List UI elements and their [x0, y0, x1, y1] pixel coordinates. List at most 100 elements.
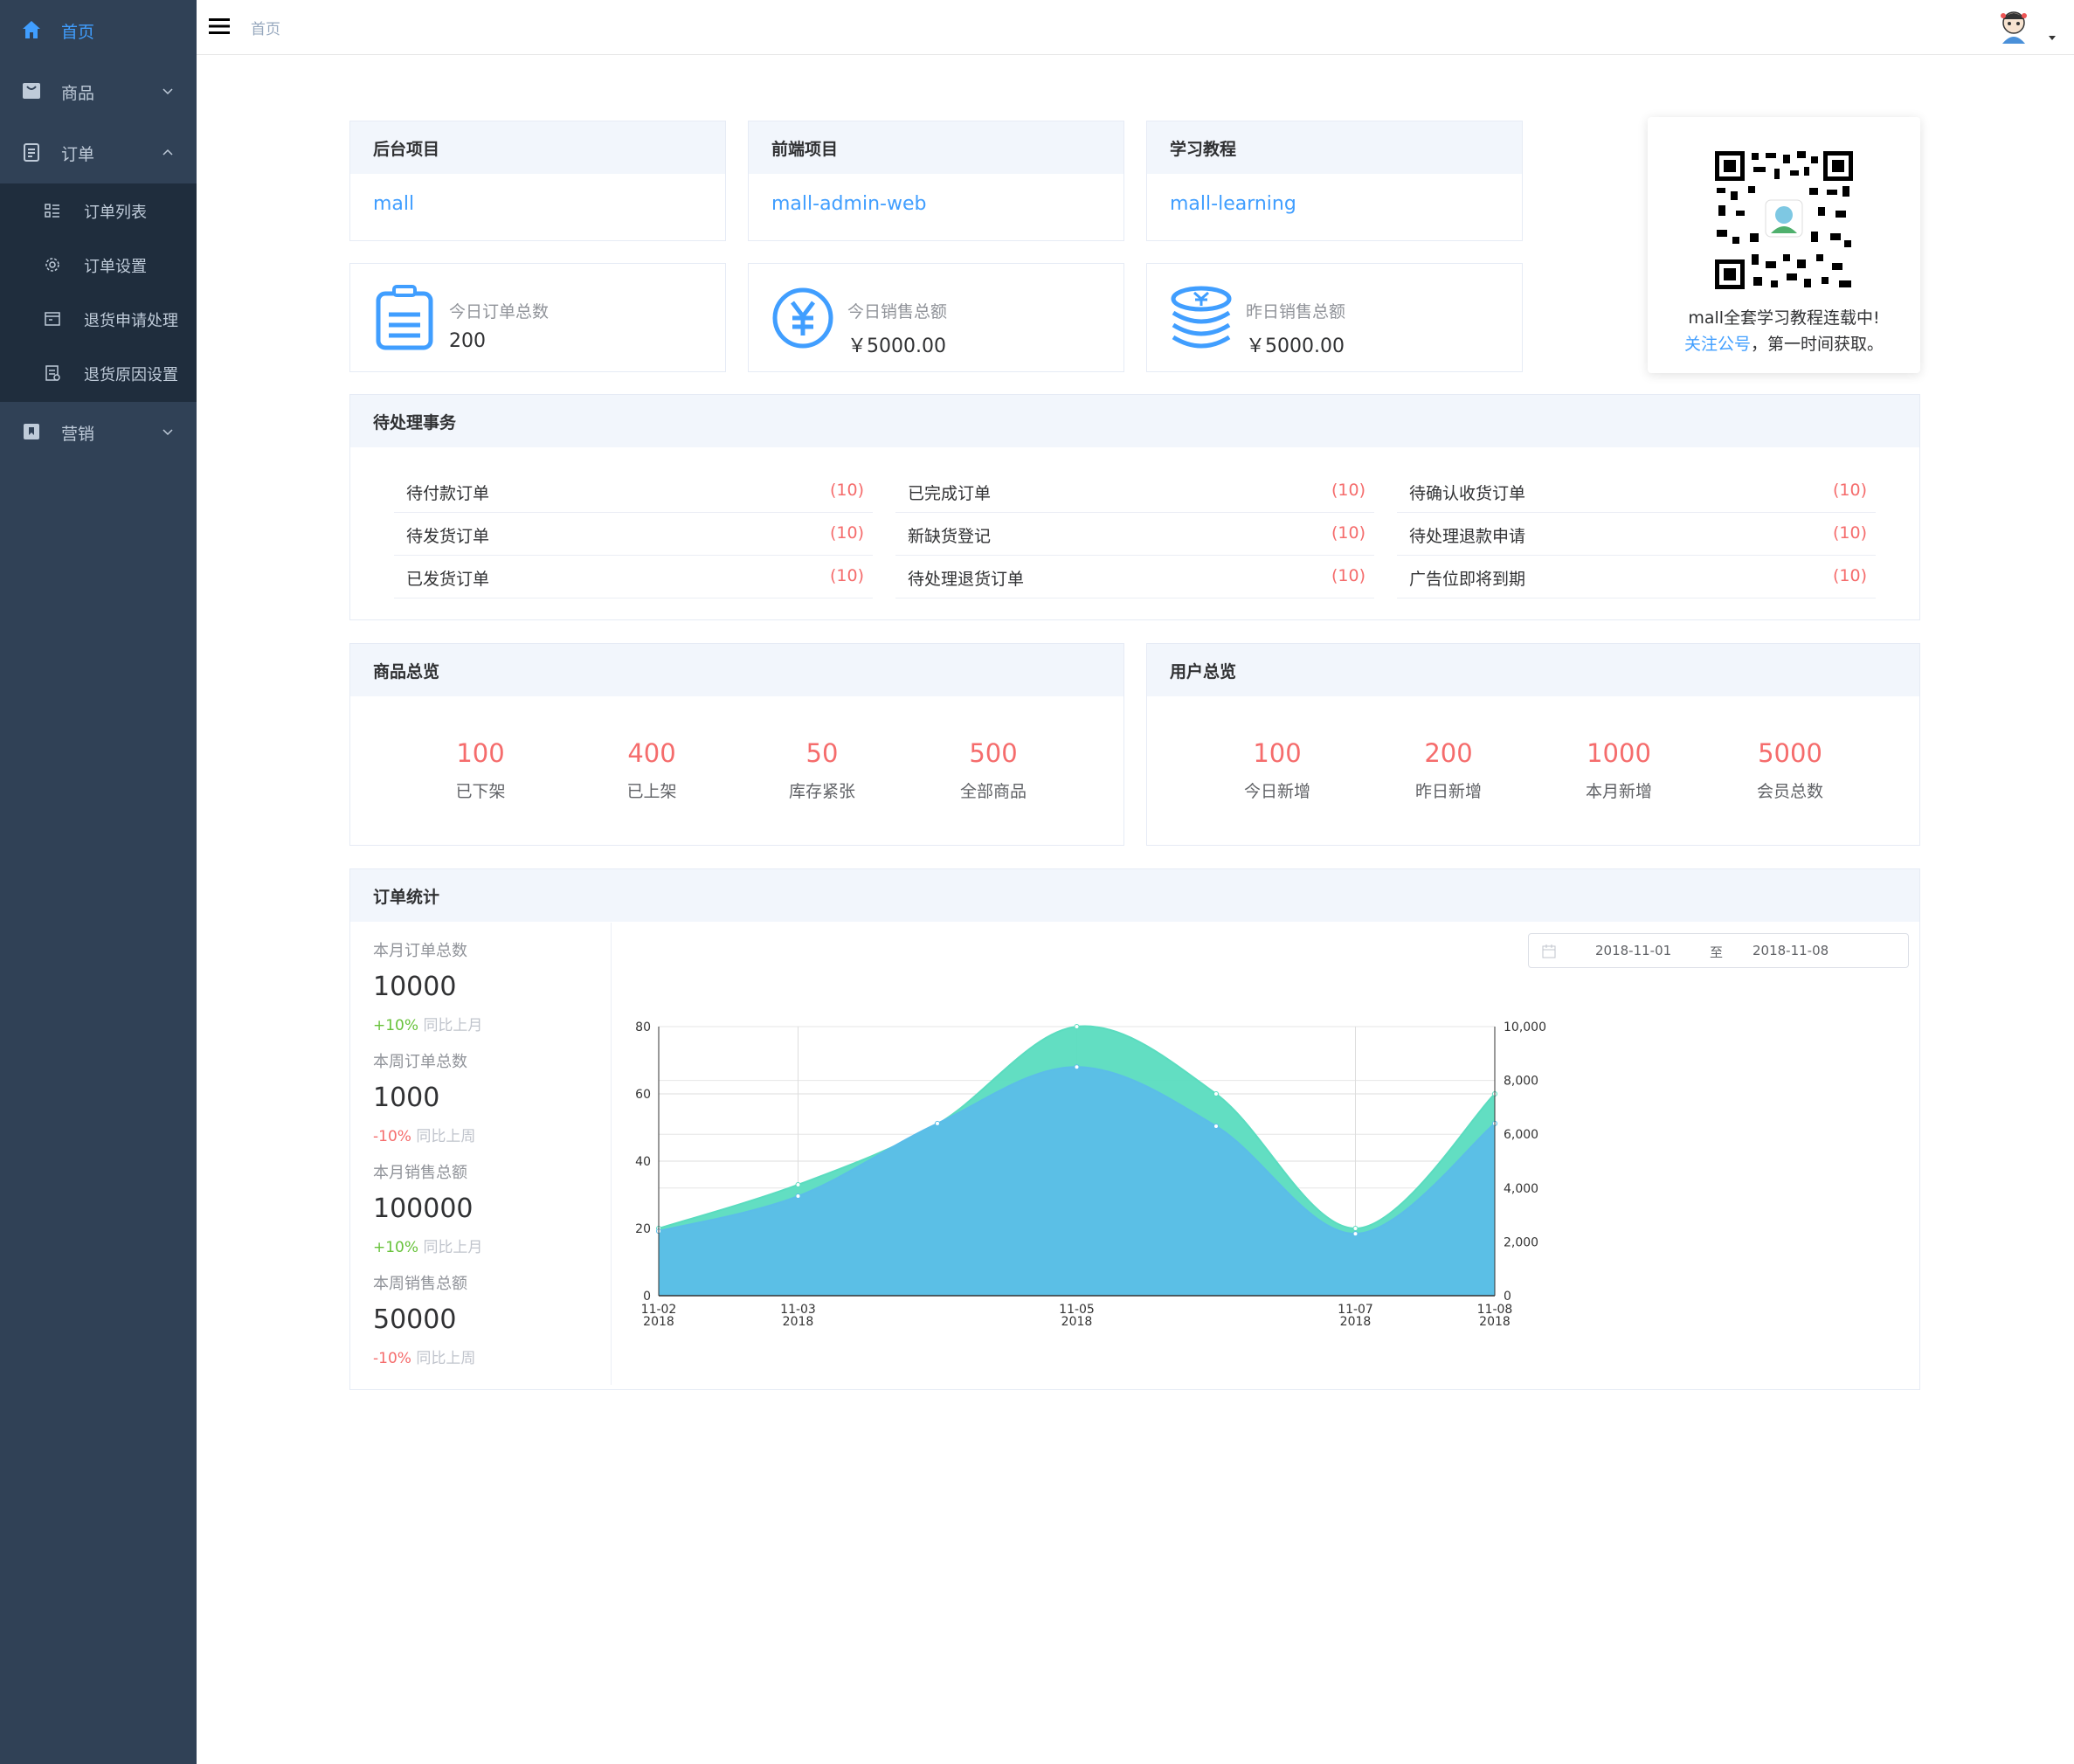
- document-icon: [45, 365, 60, 381]
- todo-item[interactable]: 待付款订单 (10): [394, 470, 873, 513]
- submenu-item-label: 退货申请处理: [84, 312, 178, 330]
- overview-item: 400 已上架: [591, 738, 713, 802]
- summary-title: 本周订单总数: [373, 1053, 467, 1071]
- card-title: 用户总览: [1147, 644, 1919, 696]
- todo-count: (10): [1832, 523, 1867, 543]
- sidebar-item-marketing[interactable]: 营销: [0, 402, 197, 463]
- card-title: 前端项目: [749, 121, 1123, 174]
- date-range-picker[interactable]: 2018-11-01 至 2018-11-08: [1528, 933, 1909, 968]
- x-tick-label-year: 2018: [1340, 1315, 1372, 1329]
- overview-item: 500 全部商品: [932, 738, 1054, 802]
- date-end-input[interactable]: 2018-11-08: [1753, 943, 1829, 958]
- todo-label: 待发货订单: [406, 527, 490, 546]
- summary-value: 100000: [373, 1193, 474, 1224]
- qr-code-image: [1713, 149, 1855, 291]
- navbar: 首页: [197, 0, 2074, 55]
- home-icon: [23, 21, 40, 38]
- submenu-item-label: 订单列表: [84, 204, 147, 222]
- order-stats-chart: 02040608002,0004,0006,0008,00010,00011-0…: [635, 1020, 1546, 1329]
- todo-item[interactable]: 已发货订单 (10): [394, 556, 873, 598]
- clipboard-icon: [24, 143, 39, 162]
- submenu-item-return-apply[interactable]: 退货申请处理: [0, 292, 197, 346]
- card-title: 后台项目: [350, 121, 725, 174]
- stat-value: 200: [449, 330, 486, 352]
- overview-number: 500: [969, 738, 1018, 768]
- summary-trend: -10% 同比上周: [373, 1345, 475, 1367]
- trend-percent: +10%: [373, 1017, 419, 1034]
- summary-title: 本月销售总额: [373, 1164, 467, 1182]
- todo-count: (10): [1331, 566, 1365, 585]
- user-overview-card: 用户总览 100 今日新增 200 昨日新增 1000 本月新增 5000 会员…: [1146, 643, 1920, 846]
- project-link[interactable]: mall-admin-web: [771, 193, 926, 215]
- project-link[interactable]: mall-learning: [1170, 193, 1296, 215]
- summary-value: 10000: [373, 972, 457, 1002]
- caret-down-icon[interactable]: [2047, 33, 2057, 42]
- sidebar-item-orders[interactable]: 订单: [0, 122, 197, 183]
- todo-item[interactable]: 待处理退款申请 (10): [1397, 513, 1876, 556]
- overview-label: 会员总数: [1756, 782, 1823, 801]
- summary-value: 1000: [373, 1083, 440, 1113]
- list-icon: [45, 204, 59, 218]
- overview-item: 100 今日新增: [1216, 738, 1338, 802]
- y-tick-label-right: 0: [1504, 1290, 1511, 1304]
- card-title: 待处理事务: [350, 395, 1919, 447]
- todo-item[interactable]: 待发货订单 (10): [394, 513, 873, 556]
- project-card-backend: 后台项目 mall: [349, 121, 726, 241]
- submenu-item-order-settings[interactable]: 订单设置: [0, 238, 197, 292]
- sidebar-item-home[interactable]: 首页: [0, 0, 197, 61]
- overview-label: 已上架: [626, 782, 677, 801]
- summary-block: 本月订单总数 10000 +10% 同比上月: [373, 938, 482, 1034]
- overview-label: 全部商品: [959, 782, 1027, 801]
- y-tick-label-left: 40: [635, 1155, 651, 1169]
- todo-item[interactable]: 新缺货登记 (10): [895, 513, 1374, 556]
- summary-trend: +10% 同比上月: [373, 1235, 482, 1256]
- product-overview-card: 商品总览 100 已下架 400 已上架 50 库存紧张 500 全部商品: [349, 643, 1124, 846]
- overview-item: 200 昨日新增: [1387, 738, 1510, 802]
- overview-number: 1000: [1587, 738, 1651, 768]
- summary-block: 本周销售总额 50000 -10% 同比上周: [373, 1271, 475, 1367]
- todo-count: (10): [829, 523, 864, 543]
- todo-item[interactable]: 待处理退货订单 (10): [895, 556, 1374, 598]
- overview-number: 100: [456, 738, 505, 768]
- project-card-frontend: 前端项目 mall-admin-web: [748, 121, 1124, 241]
- avatar[interactable]: [1992, 5, 2036, 49]
- project-link[interactable]: mall: [373, 193, 414, 215]
- data-point: [1074, 1024, 1080, 1029]
- y-tick-label-left: 60: [635, 1088, 651, 1102]
- hamburger-menu-icon[interactable]: [209, 17, 230, 35]
- todo-item[interactable]: 待确认收货订单 (10): [1397, 470, 1876, 513]
- sidebar-item-label: 首页: [61, 22, 95, 42]
- stat-value: ￥5000.00: [847, 336, 946, 357]
- qr-card: mall全套学习教程连载中! 关注公号，第一时间获取。: [1648, 117, 1920, 373]
- follow-account-link[interactable]: 关注公号: [1684, 335, 1751, 354]
- summary-trend: +10% 同比上月: [373, 1013, 482, 1034]
- todo-item[interactable]: 广告位即将到期 (10): [1397, 556, 1876, 598]
- submenu-item-label: 订单设置: [84, 258, 147, 276]
- y-tick-label-right: 10,000: [1504, 1020, 1546, 1034]
- sidebar-item-products[interactable]: 商品: [0, 61, 197, 122]
- stat-label: 今日订单总数: [449, 302, 550, 322]
- todo-label: 新缺货登记: [908, 527, 992, 546]
- data-point: [795, 1193, 801, 1200]
- date-start-input[interactable]: 2018-11-01: [1595, 943, 1671, 958]
- qr-caption-line2: 关注公号，第一时间获取。: [1648, 331, 1920, 355]
- stat-label: 昨日销售总额: [1246, 302, 1346, 322]
- project-card-tutorial: 学习教程 mall-learning: [1146, 121, 1523, 241]
- overview-item: 1000 本月新增: [1558, 738, 1680, 802]
- trend-compare: 同比上月: [423, 1239, 483, 1256]
- x-tick-label-year: 2018: [1061, 1315, 1093, 1329]
- summary-title: 本月订单总数: [373, 942, 467, 960]
- todo-label: 待确认收货订单: [1409, 484, 1526, 503]
- todo-label: 待付款订单: [406, 484, 490, 503]
- y-tick-label-right: 2,000: [1504, 1235, 1538, 1249]
- breadcrumb[interactable]: 首页: [251, 17, 280, 38]
- submenu-item-return-reason[interactable]: 退货原因设置: [0, 346, 197, 400]
- data-point: [1352, 1226, 1358, 1231]
- trend-compare: 同比上月: [423, 1017, 483, 1034]
- overview-label: 昨日新增: [1414, 782, 1482, 801]
- trend-percent: -10%: [373, 1128, 411, 1145]
- submenu-item-order-list[interactable]: 订单列表: [0, 183, 197, 238]
- data-point: [1074, 1064, 1080, 1070]
- todo-item[interactable]: 已完成订单 (10): [895, 470, 1374, 513]
- overview-number: 200: [1424, 738, 1473, 768]
